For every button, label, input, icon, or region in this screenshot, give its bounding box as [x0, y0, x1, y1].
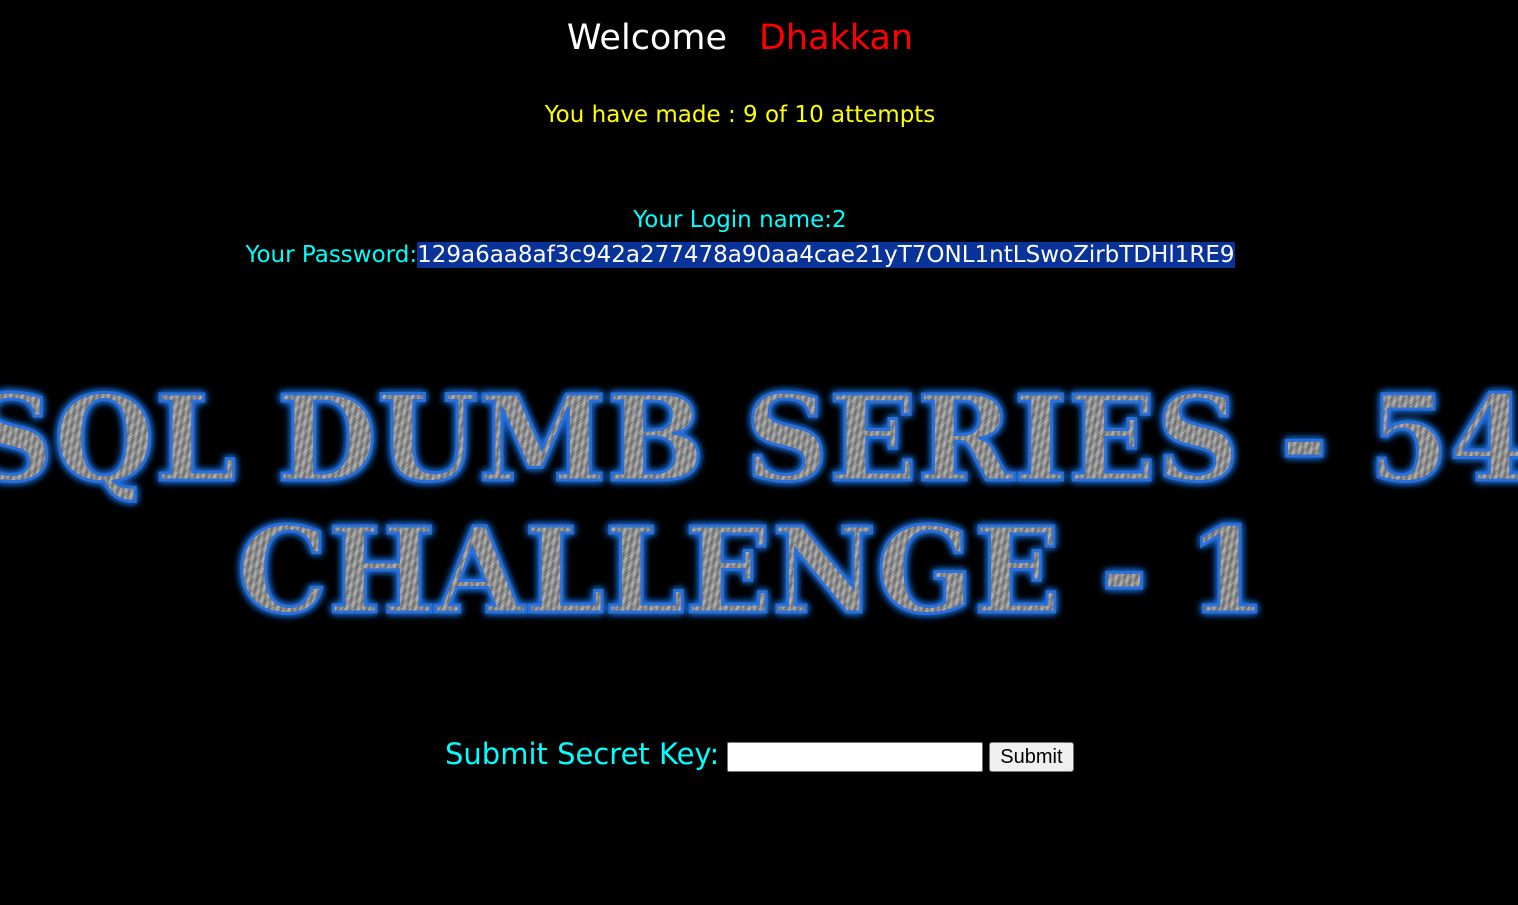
username: Dhakkan — [758, 18, 914, 58]
secret-key-label: Submit Secret Key: — [445, 737, 720, 771]
banner-graphic: SQL DUMB SERIES - 54 CHALLENGE - 1 — [0, 368, 1518, 641]
banner-line-2: CHALLENGE - 1 — [237, 501, 1267, 640]
submit-button[interactable]: Submit — [989, 742, 1074, 772]
welcome-label: Welcome — [566, 18, 727, 58]
login-name-label: Your Login name: — [633, 207, 833, 233]
banner-line-1: SQL DUMB SERIES - 54 — [0, 369, 1518, 508]
attempts-counter: You have made : 9 of 10 attempts — [544, 102, 936, 128]
welcome-heading: Welcome Dhakkan — [0, 14, 1480, 62]
password-line: Your Password:129a6aa8af3c942a277478a90a… — [0, 238, 1480, 272]
password-label: Your Password: — [245, 242, 418, 268]
challenge-banner: SQL DUMB SERIES - 54 CHALLENGE - 1 — [0, 360, 1518, 641]
secret-key-form: Submit Secret Key: Submit — [445, 735, 1074, 779]
login-name-value: 2 — [832, 207, 847, 233]
secret-key-input[interactable] — [727, 742, 984, 772]
login-name-line: Your Login name:2 — [0, 204, 1480, 236]
password-value[interactable]: 129a6aa8af3c942a277478a90aa4cae21yT7ONL1… — [417, 242, 1235, 268]
